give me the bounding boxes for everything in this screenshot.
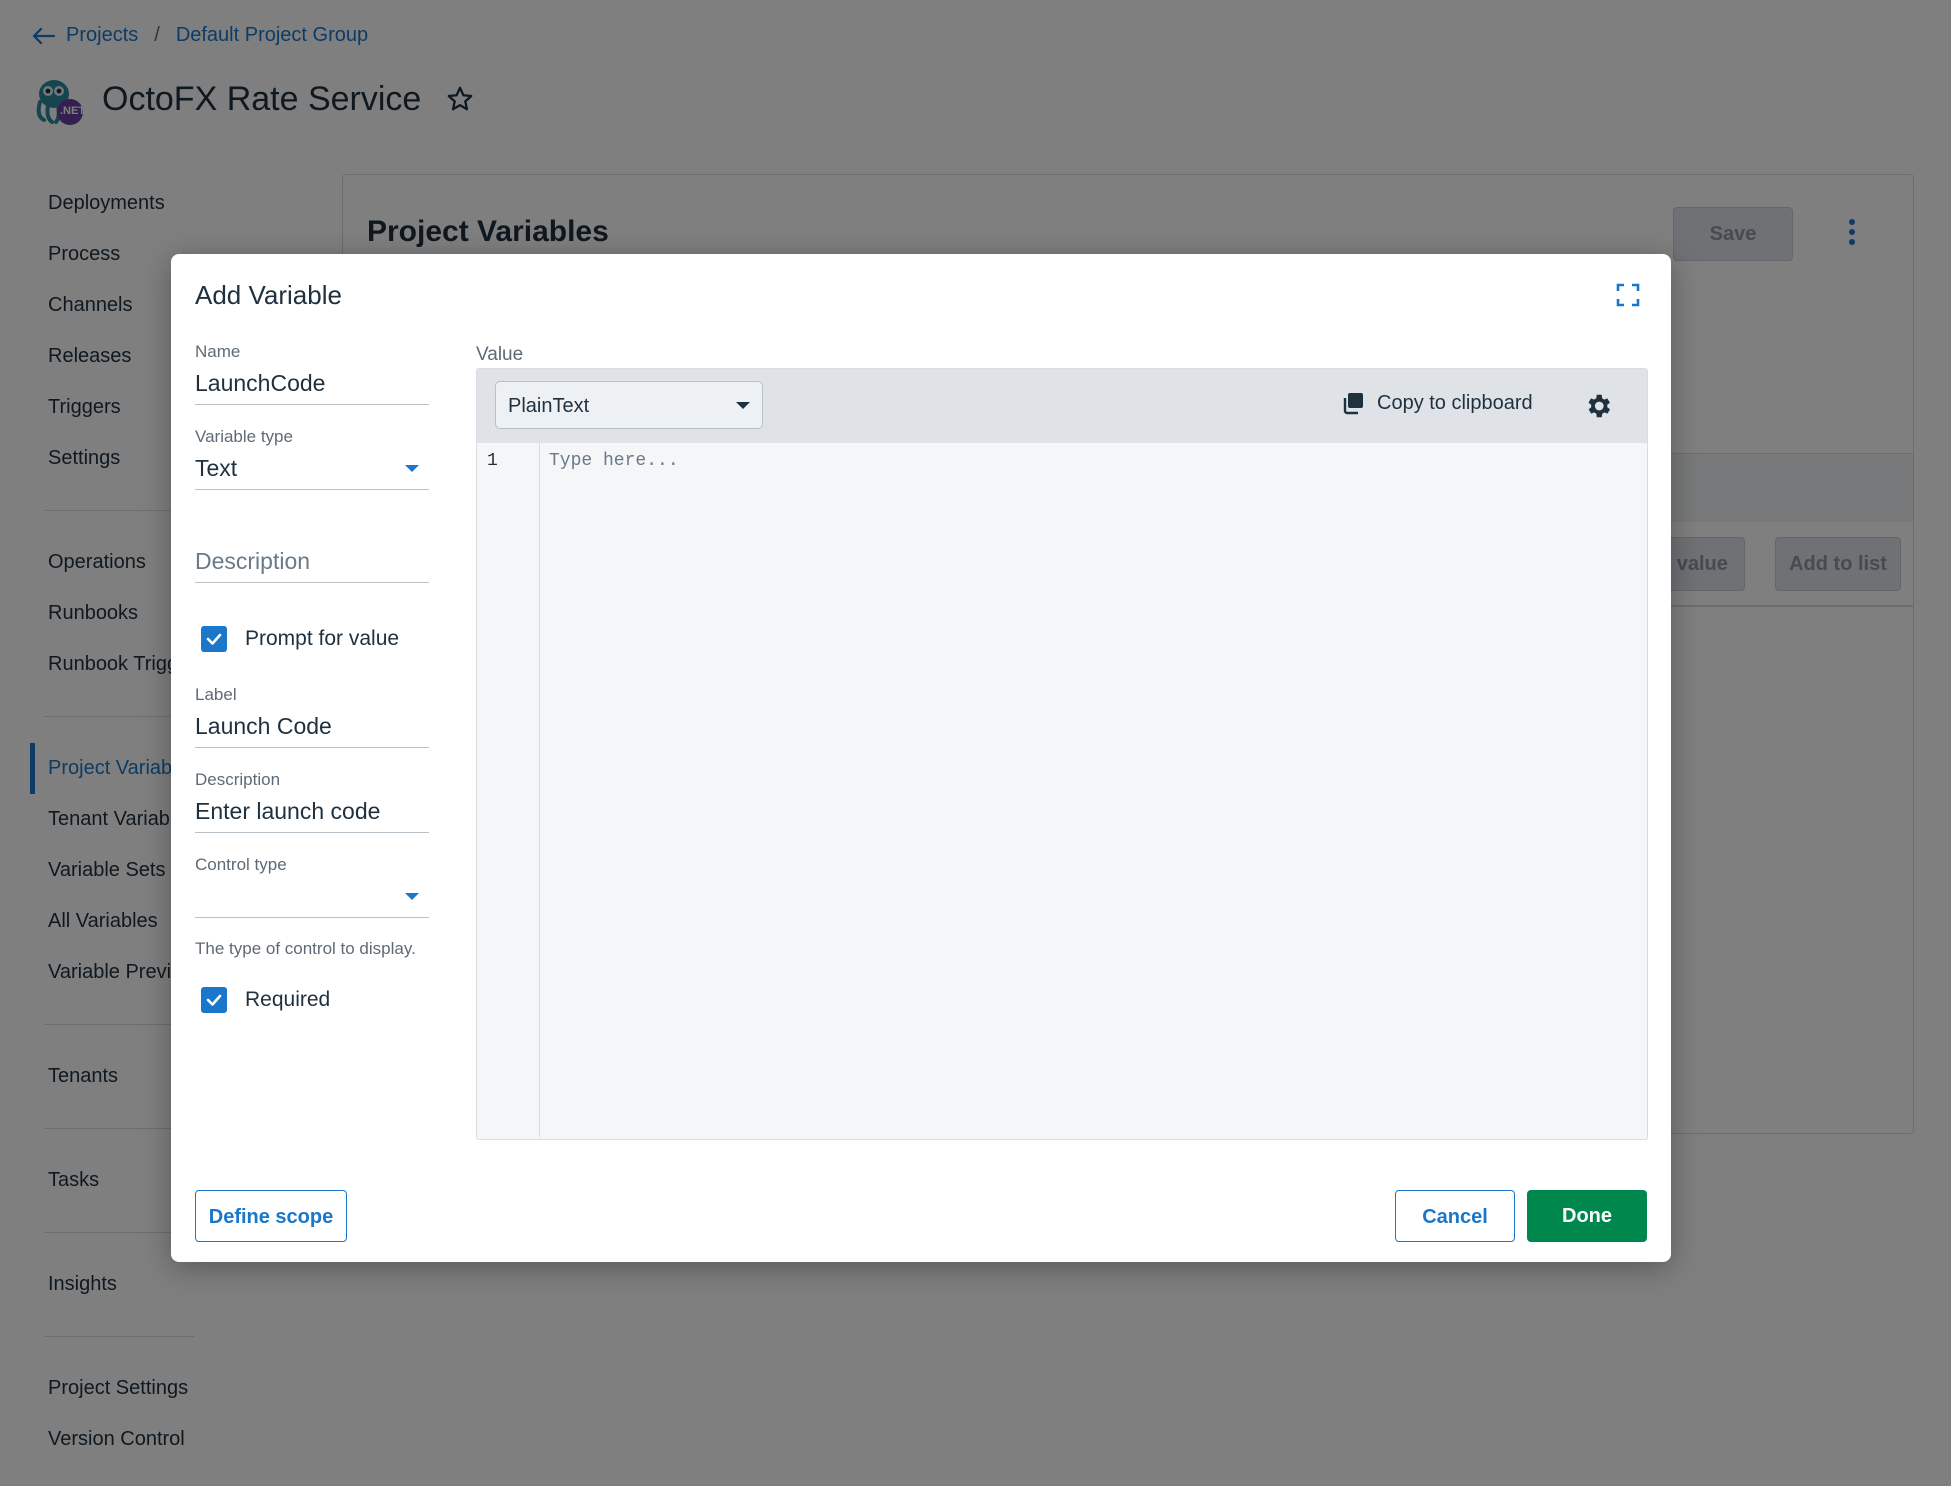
line-number-gutter: 1	[477, 443, 540, 1137]
chevron-down-icon	[405, 893, 419, 900]
chevron-down-icon	[405, 465, 419, 472]
variable-type-select[interactable]: Text	[195, 447, 429, 490]
label-field[interactable]: Label Launch Code	[195, 685, 429, 748]
required-label: Required	[245, 988, 331, 1011]
control-type-select[interactable]	[195, 875, 429, 918]
variable-fields: Name LaunchCode Variable type Text Descr…	[195, 342, 429, 1020]
name-label: Name	[195, 342, 241, 361]
line-number: 1	[487, 451, 498, 471]
variable-type-field[interactable]: Variable type Text	[195, 427, 429, 490]
control-type-helper: The type of control to display.	[195, 939, 416, 958]
required-checkbox[interactable]: Required	[195, 980, 429, 1020]
copy-icon	[1343, 393, 1363, 415]
description-input[interactable]: Description	[195, 540, 429, 583]
prompt-description-label: Description	[195, 770, 281, 789]
name-field[interactable]: Name LaunchCode	[195, 342, 429, 405]
dialog-title: Add Variable	[195, 280, 342, 310]
syntax-select[interactable]: PlainText	[495, 381, 763, 429]
prompt-description-input[interactable]: Enter launch code	[195, 790, 429, 833]
syntax-value: PlainText	[508, 395, 590, 417]
gear-icon[interactable]	[1583, 391, 1613, 421]
label-label: Label	[195, 685, 237, 704]
copy-to-clipboard-button[interactable]: Copy to clipboard	[1341, 391, 1533, 415]
value-label: Value	[476, 344, 524, 365]
check-icon[interactable]	[201, 987, 227, 1013]
value-section: Value PlainText Copy to clipboard 1 Type…	[476, 344, 1648, 1140]
variable-type-value: Text	[195, 455, 238, 481]
editor-toolbar: PlainText Copy to clipboard	[477, 369, 1647, 443]
variable-type-label: Variable type	[195, 427, 293, 446]
prompt-for-value-label: Prompt for value	[245, 627, 400, 650]
expand-icon[interactable]	[1615, 282, 1641, 308]
cancel-button[interactable]: Cancel	[1395, 1190, 1515, 1242]
page: Projects / Default Project Group .NET Oc…	[0, 0, 1951, 1486]
label-input[interactable]: Launch Code	[195, 705, 429, 748]
description-field[interactable]: Description	[195, 540, 429, 583]
control-type-field[interactable]: Control type	[195, 855, 429, 918]
name-input[interactable]: LaunchCode	[195, 362, 429, 405]
copy-to-clipboard-label: Copy to clipboard	[1377, 391, 1533, 414]
done-button[interactable]: Done	[1527, 1190, 1647, 1242]
prompt-description-field[interactable]: Description Enter launch code	[195, 770, 429, 833]
editor-placeholder[interactable]: Type here...	[549, 451, 679, 471]
define-scope-button[interactable]: Define scope	[195, 1190, 347, 1242]
value-editor[interactable]: PlainText Copy to clipboard 1 Type here.…	[476, 368, 1648, 1140]
check-icon[interactable]	[201, 626, 227, 652]
add-variable-dialog: Add Variable Name LaunchCode Variable ty…	[171, 254, 1671, 1262]
prompt-for-value-checkbox[interactable]: Prompt for value	[195, 619, 429, 659]
chevron-down-icon	[736, 402, 750, 409]
control-type-label: Control type	[195, 855, 287, 874]
